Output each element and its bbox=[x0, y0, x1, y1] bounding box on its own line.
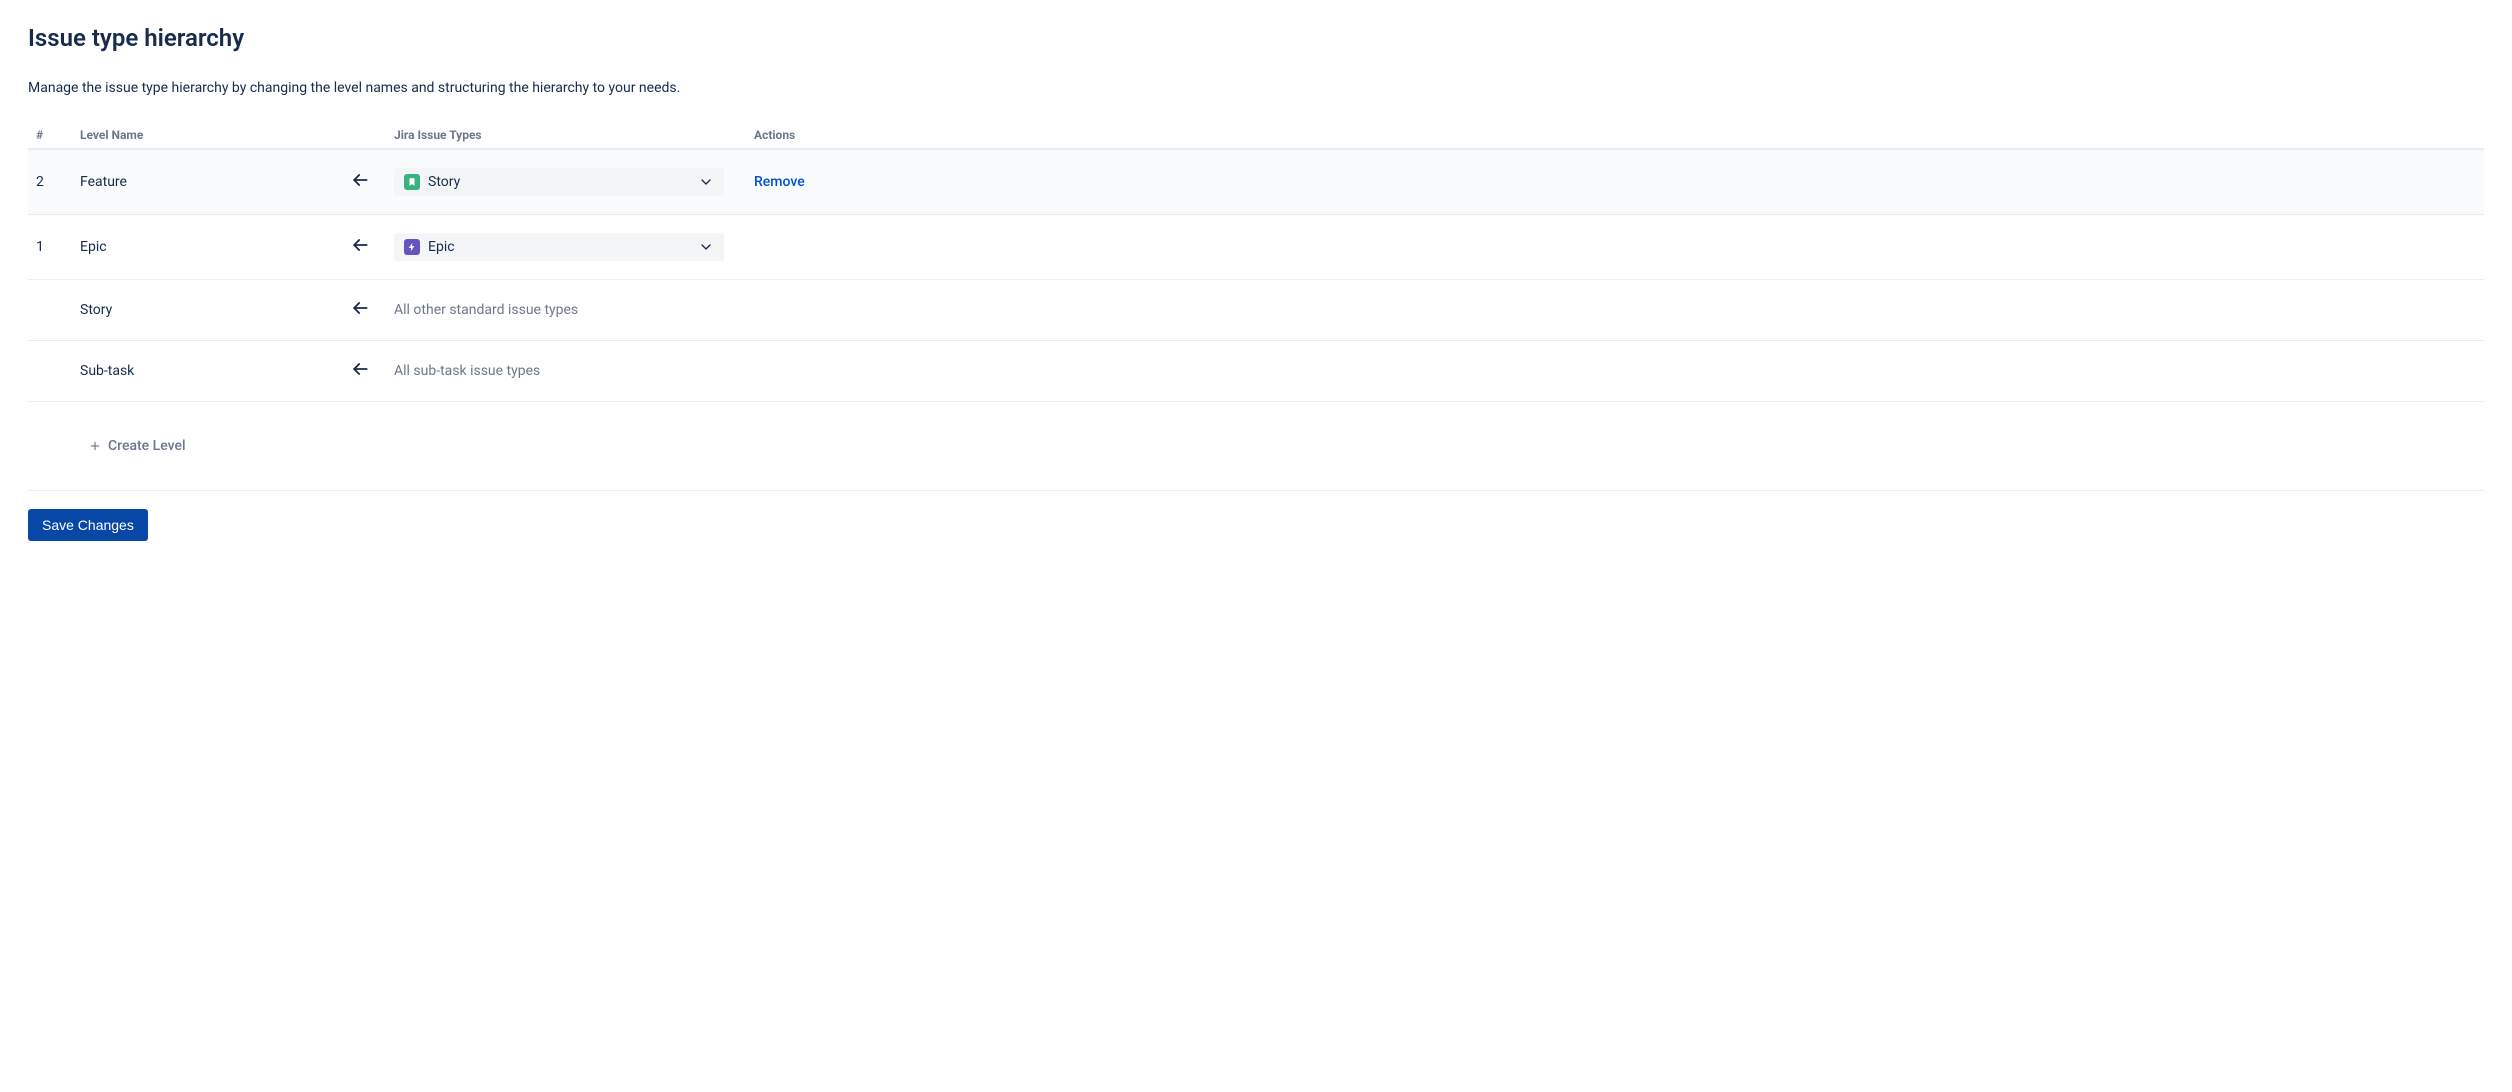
chevron-down-icon bbox=[698, 174, 714, 190]
bookmark-icon bbox=[404, 174, 420, 190]
col-header-actions: Actions bbox=[746, 120, 2484, 149]
level-number bbox=[28, 341, 72, 402]
arrow-left-icon bbox=[350, 359, 370, 379]
issue-type-label: Story bbox=[428, 174, 460, 190]
issue-type-label: Epic bbox=[428, 239, 455, 255]
level-name: Sub-task bbox=[72, 341, 342, 402]
col-header-name: Level Name bbox=[72, 120, 342, 149]
table-row: Sub-task All sub-task issue types bbox=[28, 341, 2484, 402]
level-number bbox=[28, 280, 72, 341]
col-header-arrow bbox=[342, 120, 386, 149]
hierarchy-table: # Level Name Jira Issue Types Actions 2F… bbox=[28, 120, 2484, 491]
arrow-left-icon bbox=[350, 298, 370, 318]
level-name: Epic bbox=[72, 215, 342, 280]
table-row: 1EpicEpic bbox=[28, 215, 2484, 280]
table-row: 2Feature Story Remove bbox=[28, 149, 2484, 215]
arrow-left-icon bbox=[350, 235, 370, 255]
create-level-button[interactable]: Create Level bbox=[80, 420, 194, 472]
col-header-type: Jira Issue Types bbox=[386, 120, 746, 149]
level-number: 1 bbox=[28, 215, 72, 280]
issue-type-text: All sub-task issue types bbox=[394, 363, 540, 379]
col-header-number: # bbox=[28, 120, 72, 149]
issue-type-text: All other standard issue types bbox=[394, 302, 578, 318]
issue-type-select[interactable]: Epic bbox=[394, 233, 724, 261]
page-description: Manage the issue type hierarchy by chang… bbox=[28, 80, 2484, 96]
chevron-down-icon bbox=[698, 239, 714, 255]
issue-type-select[interactable]: Story bbox=[394, 168, 724, 196]
remove-link[interactable]: Remove bbox=[754, 174, 805, 190]
plus-icon bbox=[88, 439, 102, 453]
level-name: Story bbox=[72, 280, 342, 341]
save-changes-button[interactable]: Save Changes bbox=[28, 509, 148, 541]
table-row: Story All other standard issue types bbox=[28, 280, 2484, 341]
arrow-left-icon bbox=[350, 170, 370, 190]
level-name: Feature bbox=[72, 149, 342, 215]
level-number: 2 bbox=[28, 149, 72, 215]
bolt-icon bbox=[404, 239, 420, 255]
page-title: Issue type hierarchy bbox=[28, 24, 2484, 52]
create-level-label: Create Level bbox=[108, 438, 186, 454]
